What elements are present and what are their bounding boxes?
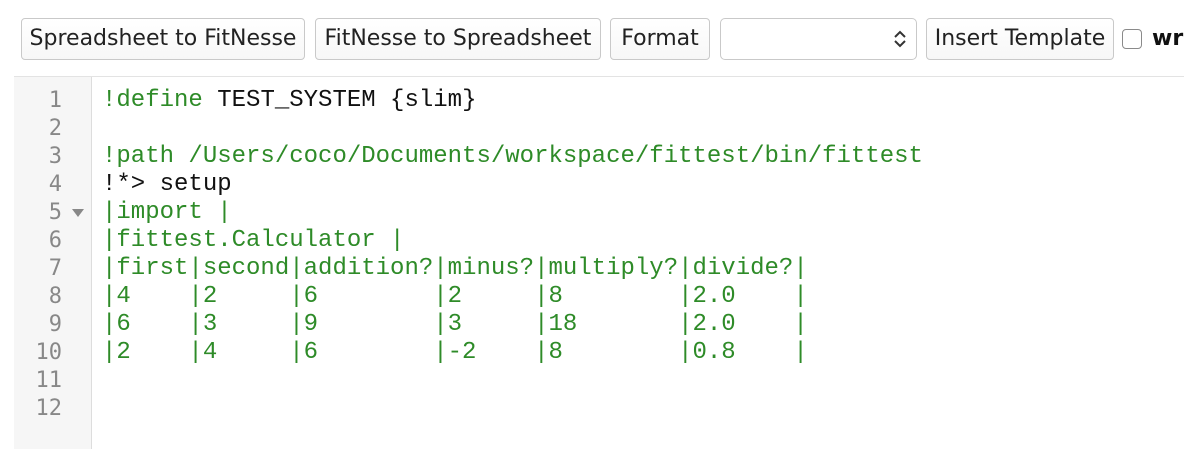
- wrap-label: wr: [1152, 26, 1184, 51]
- code-line-1: !define TEST_SYSTEM {slim}: [102, 87, 476, 115]
- line-number: 11: [35, 368, 63, 393]
- code-line-6: |fittest.Calculator |: [102, 227, 405, 254]
- code-line-7: |first|second|addition?|minus?|multiply?…: [102, 255, 808, 282]
- wrap-checkbox[interactable]: [1122, 29, 1142, 49]
- line-number: 9: [48, 312, 62, 337]
- code-line-10: |2 |4 |6 |-2 |8 |0.8 |: [102, 339, 808, 366]
- line-number: 5: [48, 200, 62, 225]
- insert-template-button[interactable]: Insert Template: [926, 18, 1114, 60]
- line-number: 10: [35, 340, 63, 365]
- line-number-gutter: 1 2 3 4 5 6 7 8 9 10 11 12: [14, 77, 92, 449]
- code-line-3: !path /Users/coco/Documents/workspace/fi…: [102, 143, 923, 170]
- line-number: 3: [48, 144, 62, 169]
- format-button[interactable]: Format: [610, 18, 710, 60]
- fitnesse-to-spreadsheet-button[interactable]: FitNesse to Spreadsheet: [315, 18, 601, 60]
- fold-arrow-icon[interactable]: [72, 209, 84, 217]
- spreadsheet-to-fitnesse-button[interactable]: Spreadsheet to FitNesse: [21, 18, 305, 60]
- editor-toolbar: Spreadsheet to FitNesse FitNesse to Spre…: [0, 0, 1184, 76]
- code-line-8: |4 |2 |6 |2 |8 |2.0 |: [102, 283, 808, 310]
- line-number: 6: [48, 228, 62, 253]
- code-line-4: !*> setup: [102, 171, 232, 198]
- select-updown-icon: [894, 30, 906, 48]
- line-number: 2: [48, 116, 62, 141]
- code-line-5: |import |: [102, 199, 232, 226]
- line-number: 4: [48, 172, 62, 197]
- define-value: TEST_SYSTEM {slim}: [202, 87, 477, 114]
- code-line-9: |6 |3 |9 |3 |18 |2.0 |: [102, 311, 808, 338]
- define-keyword: !define: [102, 87, 203, 114]
- line-number: 1: [48, 88, 62, 113]
- line-number: 8: [48, 284, 62, 309]
- template-select[interactable]: [720, 18, 917, 60]
- line-number: 7: [48, 256, 62, 281]
- code-editor[interactable]: 1 2 3 4 5 6 7 8 9 10 11 12 !define TEST_…: [14, 76, 1184, 449]
- line-number: 12: [35, 396, 63, 421]
